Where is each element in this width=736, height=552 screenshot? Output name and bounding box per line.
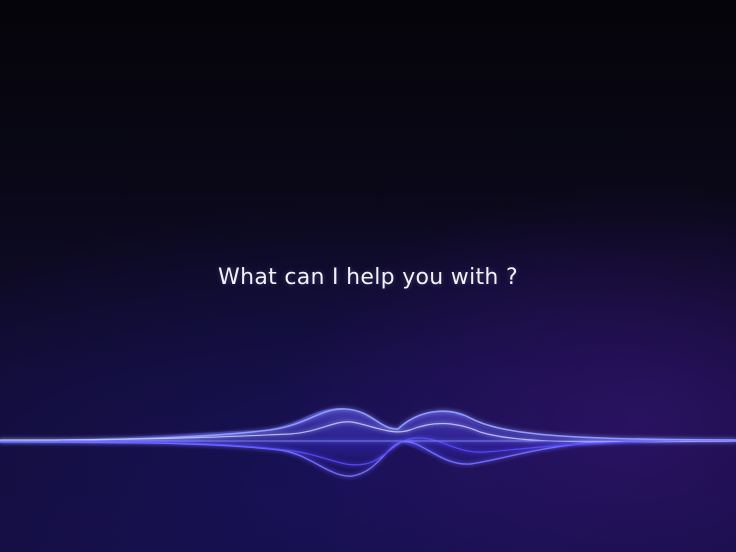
assistant-prompt: What can I help you with ? (218, 265, 518, 290)
voice-assistant-screen: What can I help you with ? (0, 0, 736, 552)
voice-waveform-icon[interactable] (0, 380, 736, 500)
